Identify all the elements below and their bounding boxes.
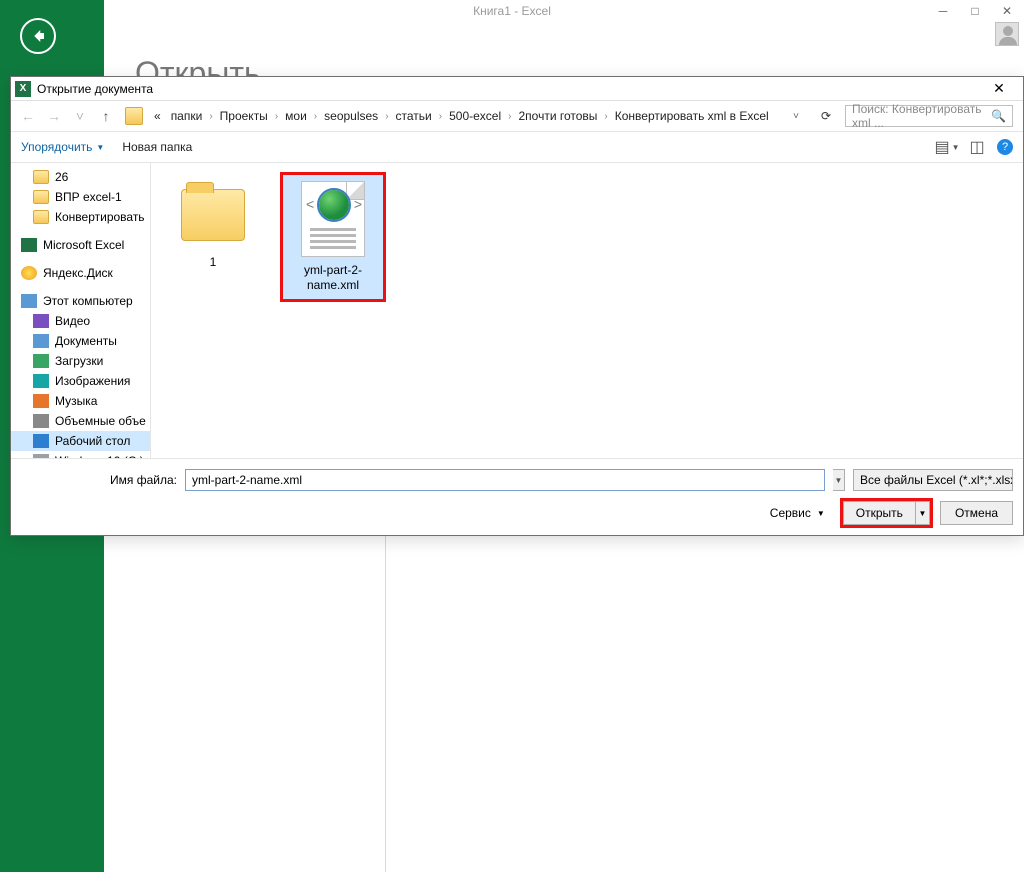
crumb[interactable]: мои (282, 107, 310, 125)
file-open-dialog: X Открытие документа ✕ ← → ˅ ↑ « папки› … (10, 76, 1024, 536)
filename-label: Имя файла: (21, 473, 177, 487)
filename-dropdown-icon[interactable]: ▼ (833, 469, 845, 491)
tree-pane: 26 ВПР excel-1 Конвертировать Microsoft … (11, 163, 151, 458)
breadcrumb[interactable]: « папки› Проекты› мои› seopulses› статьи… (151, 107, 772, 125)
minimize-icon[interactable]: ─ (932, 0, 954, 23)
tree-item[interactable]: Microsoft Excel (11, 235, 150, 255)
tree-item[interactable]: Яндекс.Диск (11, 263, 150, 283)
open-dropdown-icon[interactable]: ▼ (915, 502, 929, 524)
back-button[interactable] (20, 18, 56, 54)
cancel-button[interactable]: Отмена (940, 501, 1013, 525)
search-icon: 🔍 (991, 109, 1006, 123)
nav-recent-icon[interactable]: ˅ (69, 108, 91, 124)
file-pane[interactable]: 1 yml-part-2-name.xml (151, 163, 1023, 458)
close-icon[interactable]: ✕ (996, 0, 1018, 23)
folder-icon (181, 189, 245, 241)
address-dropdown-icon[interactable]: ˅ (785, 111, 807, 122)
user-avatar-icon[interactable] (995, 22, 1019, 46)
filetype-select[interactable]: Все файлы Excel (*.xl*;*.xlsx;*.x▽ (853, 469, 1013, 491)
excel-title: Книга1 - Excel (473, 4, 551, 18)
crumb[interactable]: 500-excel (446, 107, 504, 125)
preview-pane-icon[interactable]: ◫ (967, 137, 987, 157)
file-item-xml[interactable]: yml-part-2-name.xml (283, 175, 383, 299)
tree-item[interactable]: Конвертировать (11, 207, 150, 227)
organize-button[interactable]: Упорядочить▼ (21, 140, 104, 154)
crumb[interactable]: seopulses (321, 107, 381, 125)
dialog-close-button[interactable]: ✕ (979, 80, 1019, 97)
tree-item[interactable]: Загрузки (11, 351, 150, 371)
xml-file-icon (301, 181, 365, 257)
tree-item[interactable]: Объемные объе (11, 411, 150, 431)
filename-input[interactable] (185, 469, 825, 491)
refresh-icon[interactable]: ⟳ (811, 109, 841, 123)
tree-item[interactable]: 26 (11, 167, 150, 187)
tree-item[interactable]: ВПР excel-1 (11, 187, 150, 207)
tree-item[interactable]: Документы (11, 331, 150, 351)
tree-item[interactable]: Рабочий стол (11, 431, 150, 451)
crumb[interactable]: статьи (393, 107, 435, 125)
view-options-icon[interactable]: ▤▼ (937, 137, 957, 157)
tools-button[interactable]: Сервис▼ (770, 506, 825, 520)
file-item-folder[interactable]: 1 (163, 175, 263, 276)
excel-titlebar: Книга1 - Excel ─ □ ✕ (0, 0, 1024, 23)
tree-item[interactable]: Видео (11, 311, 150, 331)
tree-item[interactable]: Изображения (11, 371, 150, 391)
excel-app-icon: X (15, 81, 31, 97)
dialog-title: Открытие документа (37, 82, 153, 96)
address-folder-icon[interactable] (125, 107, 143, 125)
search-input[interactable]: Поиск: Конвертировать xml ... 🔍 (845, 105, 1013, 127)
crumb[interactable]: Проекты (217, 107, 271, 125)
open-button[interactable]: Открыть ▼ (843, 501, 930, 525)
tree-item[interactable]: Музыка (11, 391, 150, 411)
nav-forward-icon[interactable]: → (43, 108, 65, 124)
crumb[interactable]: 2почти готовы (515, 107, 600, 125)
crumb[interactable]: папки (168, 107, 206, 125)
tree-item[interactable]: Windows 10 (C:) (11, 451, 150, 458)
crumb[interactable]: Конвертировать xml в Excel (612, 107, 772, 125)
help-icon[interactable]: ? (997, 139, 1013, 155)
nav-back-icon[interactable]: ← (17, 108, 39, 124)
tree-item[interactable]: Этот компьютер (11, 291, 150, 311)
nav-up-icon[interactable]: ↑ (95, 108, 117, 124)
new-folder-button[interactable]: Новая папка (122, 140, 192, 154)
restore-icon[interactable]: □ (964, 0, 986, 23)
